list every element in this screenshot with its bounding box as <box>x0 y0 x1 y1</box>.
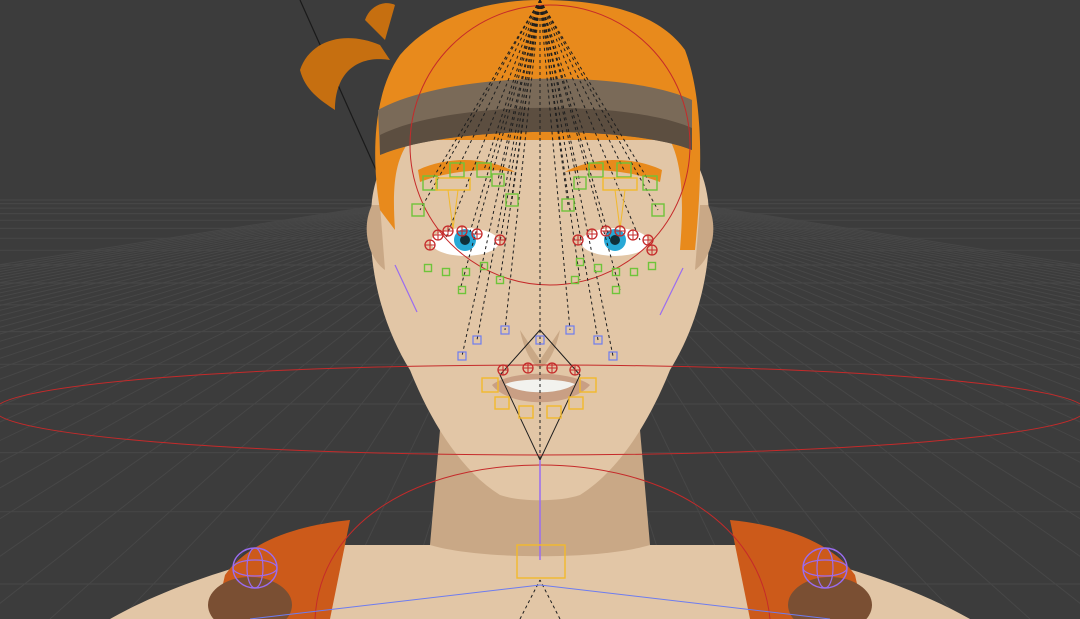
viewport-canvas[interactable] <box>0 0 1080 619</box>
lid-control[interactable] <box>546 362 558 374</box>
lid-control[interactable] <box>471 228 483 240</box>
lid-control[interactable] <box>456 225 468 237</box>
lid-control[interactable] <box>642 234 654 246</box>
lid-control[interactable] <box>442 225 454 237</box>
lid-control[interactable] <box>600 225 612 237</box>
lid-control[interactable] <box>432 229 444 241</box>
lid-control[interactable] <box>646 244 658 256</box>
lid-control[interactable] <box>572 234 584 246</box>
3d-viewport[interactable] <box>0 0 1080 619</box>
lid-control[interactable] <box>586 228 598 240</box>
hair-tip <box>365 3 395 40</box>
lid-control[interactable] <box>614 225 626 237</box>
lid-control[interactable] <box>627 229 639 241</box>
lid-control[interactable] <box>569 364 581 376</box>
right-pupil <box>610 235 620 245</box>
lid-control[interactable] <box>424 239 436 251</box>
lid-control[interactable] <box>497 364 509 376</box>
camera-line <box>299 0 386 191</box>
lid-control[interactable] <box>522 362 534 374</box>
lid-control[interactable] <box>494 234 506 246</box>
